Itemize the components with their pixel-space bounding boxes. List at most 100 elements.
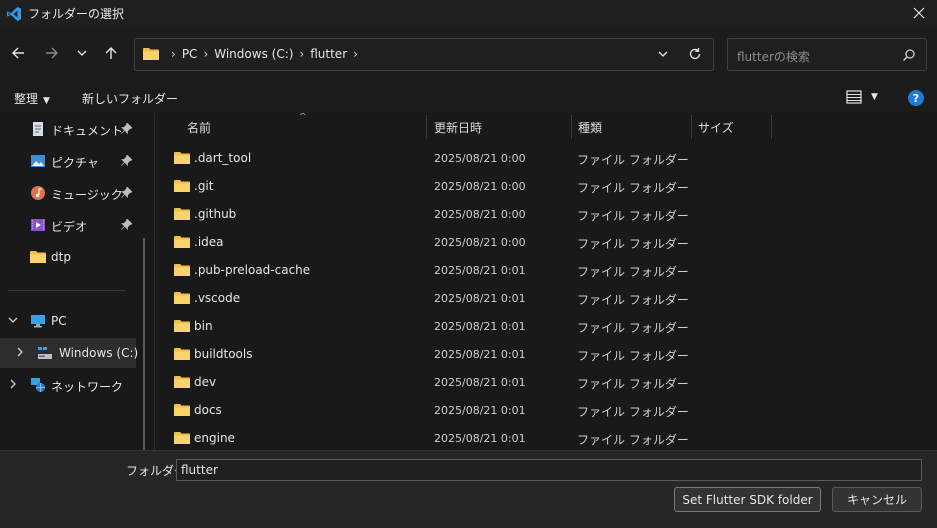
music-icon [31,186,45,200]
vscode-icon [7,6,21,21]
arrow-right-icon [46,47,58,59]
folder-icon [174,375,190,392]
pictures-icon [31,155,45,167]
organize-menu[interactable]: 整理 ▼ [14,90,50,107]
cancel-button[interactable]: キャンセル [832,487,922,512]
column-modified[interactable]: 更新日時 [434,119,482,136]
breadcrumb-separator[interactable]: › [353,47,358,61]
refresh-icon[interactable] [687,46,703,62]
file-name: .git [194,179,214,193]
table-row[interactable]: .git 2025/08/21 0:00 ファイル フォルダー [155,172,937,200]
file-modified: 2025/08/21 0:00 [434,236,526,249]
column-size[interactable]: サイズ [698,119,734,136]
breadcrumb-drive[interactable]: Windows (C:) [214,47,293,61]
address-history-icon[interactable] [655,46,671,62]
column-type[interactable]: 種類 [578,119,602,136]
up-button[interactable] [99,41,123,65]
column-name[interactable]: 名前 [187,119,211,136]
table-row[interactable]: .pub-preload-cache 2025/08/21 0:01 ファイル フォ… [155,256,937,284]
videos-icon [31,219,45,231]
window-title: フォルダーの選択 [28,7,125,21]
file-name: buildtools [194,347,253,361]
table-row[interactable]: bin 2025/08/21 0:01 ファイル フォルダー [155,312,937,340]
table-row[interactable]: .idea 2025/08/21 0:00 ファイル フォルダー [155,228,937,256]
sidebar-item-label: ドキュメント [51,124,124,138]
sidebar-item-pc[interactable]: PC [0,306,136,336]
sidebar-divider [8,290,126,291]
address-bar[interactable]: › PC › Windows (C:) › flutter › [134,38,714,71]
command-bar: 整理 ▼ 新しいフォルダー ▼ ? [0,83,937,113]
chevron-right-icon[interactable] [15,347,25,357]
file-list: ^ 名前 更新日時 種類 サイズ .dart_tool 2025/08/21 0:… [155,113,937,450]
pin-icon [121,155,132,166]
select-folder-button[interactable]: Set Flutter SDK folder [674,487,821,512]
sidebar-item-label: ビデオ [51,220,88,234]
sidebar-item-dtp[interactable]: dtp [0,242,136,272]
computer-icon [31,315,45,328]
pin-icon [121,123,132,134]
caret-down-icon: ▼ [43,96,50,106]
help-button[interactable]: ? [908,90,924,106]
dialog-footer: フォルダー: flutter Set Flutter SDK folder キャ… [0,450,937,528]
sidebar-item-pictures[interactable]: ピクチャ [0,146,136,176]
folder-name-input[interactable]: flutter [176,459,922,481]
column-separator[interactable] [571,115,572,139]
chevron-down-icon[interactable] [8,315,18,325]
sidebar-item-windows-drive[interactable]: Windows (C:) [0,338,139,368]
file-modified: 2025/08/21 0:01 [434,404,526,417]
sidebar-scrollbar[interactable] [143,238,145,450]
file-name: .idea [194,235,224,249]
new-folder-button[interactable]: 新しいフォルダー [82,90,178,107]
table-row[interactable]: engine 2025/08/21 0:01 ファイル フォルダー [155,424,937,450]
file-type: ファイル フォルダー [577,433,689,447]
sidebar-item-documents[interactable]: ドキュメント [0,114,136,144]
sidebar-item-videos[interactable]: ビデオ [0,210,136,240]
table-row[interactable]: docs 2025/08/21 0:01 ファイル フォルダー [155,396,937,424]
folder-icon [174,403,190,420]
drive-icon [38,347,52,359]
column-separator[interactable] [691,115,692,139]
folder-icon [143,48,159,60]
sidebar-item-music[interactable]: ミュージック [0,178,136,208]
file-modified: 2025/08/21 0:00 [434,152,526,165]
file-type: ファイル フォルダー [577,293,689,307]
folder-icon [174,179,190,196]
breadcrumb-flutter[interactable]: flutter [310,47,347,61]
sidebar-item-label: ピクチャ [51,156,99,170]
caret-down-icon: ▼ [871,92,878,102]
breadcrumb-separator[interactable]: › [299,47,304,61]
table-row[interactable]: buildtools 2025/08/21 0:01 ファイル フォルダー [155,340,937,368]
forward-button[interactable] [40,41,64,65]
chevron-down-icon [77,50,87,56]
file-type: ファイル フォルダー [577,377,689,391]
search-placeholder: flutterの検索 [737,50,810,64]
file-name: dev [194,375,217,389]
breadcrumb-separator[interactable]: › [203,47,208,61]
column-separator[interactable] [426,115,427,139]
recent-locations-button[interactable] [70,41,94,65]
search-box[interactable]: flutterの検索 [727,38,927,71]
back-button[interactable] [6,41,30,65]
sidebar-item-label: Windows (C:) [59,346,139,360]
close-button[interactable] [907,2,931,24]
title-bar: フォルダーの選択 [0,0,937,27]
sidebar-item-label: ネットワーク [51,380,124,394]
view-options-button[interactable]: ▼ [846,89,878,105]
pin-icon [121,219,132,230]
organize-label: 整理 [14,92,39,106]
breadcrumb-pc[interactable]: PC [182,47,198,61]
pin-icon [121,187,132,198]
file-name: .dart_tool [194,151,252,165]
table-row[interactable]: .github 2025/08/21 0:00 ファイル フォルダー [155,200,937,228]
help-icon: ? [912,91,920,105]
table-row[interactable]: dev 2025/08/21 0:01 ファイル フォルダー [155,368,937,396]
file-type: ファイル フォルダー [577,181,689,195]
table-row[interactable]: .dart_tool 2025/08/21 0:00 ファイル フォルダー [155,144,937,172]
navigation-pane: ドキュメント ピクチャ ミュージック ビデオ dtp PC Windows (C… [0,113,155,450]
sidebar-item-network[interactable]: ネットワーク [0,370,136,400]
column-separator[interactable] [771,115,772,139]
file-modified: 2025/08/21 0:01 [434,432,526,445]
table-row[interactable]: .vscode 2025/08/21 0:01 ファイル フォルダー [155,284,937,312]
chevron-right-icon[interactable] [8,379,18,389]
sidebar-item-label: PC [51,314,67,328]
